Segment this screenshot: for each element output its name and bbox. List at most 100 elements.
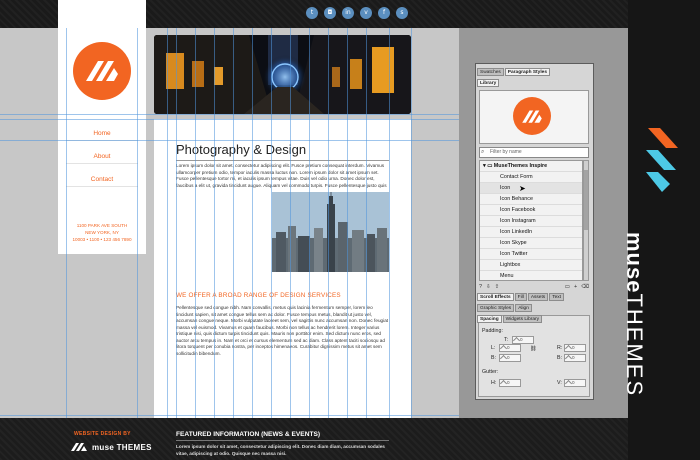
list-item[interactable]: Icon	[480, 183, 582, 194]
share-icon[interactable]: ⇪	[495, 283, 500, 291]
list-item[interactable]: Icon LinkedIn	[480, 227, 582, 238]
link-icon[interactable]: ⛓	[530, 346, 537, 352]
tab-assets[interactable]: Assets	[527, 293, 549, 301]
footer-logo-mark-icon	[71, 443, 87, 451]
tab-graphic-styles[interactable]: Graphic Styles	[477, 304, 515, 312]
layout-guide	[176, 28, 177, 418]
facebook-icon[interactable]: f	[378, 7, 390, 19]
brand-wordmark: museTHEMES	[621, 232, 647, 397]
tab-fill[interactable]: Fill	[514, 293, 527, 301]
hero-image	[154, 35, 411, 114]
layout-guide	[271, 28, 272, 418]
heading-divider	[176, 160, 389, 161]
brand-themes: THEMES	[622, 293, 647, 398]
nav-home[interactable]: Home	[58, 130, 146, 137]
bottom-left-label: B:	[491, 355, 497, 361]
import-icon[interactable]: ⇩	[486, 283, 491, 291]
list-item[interactable]: Icon Facebook	[480, 205, 582, 216]
list-item[interactable]: Icon Skype	[480, 238, 582, 249]
address-line: 1100 PARK AVE SOUTH	[76, 223, 128, 228]
tab-align[interactable]: Align	[515, 304, 532, 312]
layout-guide	[167, 28, 168, 418]
top-label: T:	[504, 337, 509, 343]
right-label: R:	[557, 345, 563, 351]
padding-right-field[interactable]: 0	[564, 344, 586, 352]
padding-bottom-right-field[interactable]: 0	[564, 354, 586, 362]
address-block: 1100 PARK AVE SOUTH NEW YORK, NY 10003 •…	[58, 222, 146, 243]
vimeo-icon[interactable]: v	[360, 7, 372, 19]
services-subheading: WE OFFER A BROAD RANGE OF DESIGN SERVICE…	[176, 292, 341, 299]
gutter-v-field[interactable]: 0	[564, 379, 586, 387]
brand-muse: muse	[622, 232, 647, 294]
tab-text[interactable]: Text	[549, 293, 565, 301]
tab-widgets-library[interactable]: Widgets Library	[502, 315, 542, 323]
filter-input[interactable]: Filter by name	[479, 147, 589, 158]
layout-guide	[252, 28, 253, 418]
delete-icon[interactable]: ⌫	[581, 283, 589, 291]
footer-text: Lorem ipsum dolor sit amet, consectetur …	[176, 444, 385, 456]
cursor-icon: ➤	[519, 184, 526, 193]
layout-guide	[214, 28, 215, 418]
list-item[interactable]: Icon Behance	[480, 194, 582, 205]
gutter-v-label: V:	[557, 380, 562, 386]
services-paragraph: Pellentesque sed congue nibh. Nam conval…	[176, 305, 389, 356]
folder-row[interactable]: ▾ ▭ MuseThemes Inspire	[480, 161, 582, 172]
footer-logo-text: muse THEMES	[92, 442, 152, 452]
address-line: NEW YORK, NY	[85, 230, 119, 235]
nav-divider	[66, 163, 138, 164]
top-bar-logo-area	[58, 0, 146, 28]
bottom-right-label: B:	[557, 355, 563, 361]
list-item[interactable]: Lightbox	[480, 260, 582, 271]
list-item[interactable]: Menu	[480, 271, 582, 280]
nav-about[interactable]: About	[58, 153, 146, 160]
linkedin-icon[interactable]: in	[342, 7, 354, 19]
layout-guide	[137, 28, 138, 418]
preview-logo-mark-icon	[522, 110, 542, 123]
nav-contact[interactable]: Contact	[58, 176, 146, 183]
gutter-h-label: H:	[491, 380, 497, 386]
logo-mark-icon	[86, 61, 118, 81]
footer-divider	[176, 440, 389, 441]
padding-bottom-field[interactable]: 0	[499, 354, 521, 362]
list-item[interactable]: Icon Twitter	[480, 249, 582, 260]
layout-guide	[347, 28, 348, 418]
layout-guide	[309, 28, 310, 418]
help-icon[interactable]: ?	[479, 283, 482, 291]
search-icon: ⌕	[481, 149, 485, 155]
layout-guide	[233, 28, 234, 418]
library-tabs: Library	[477, 79, 500, 87]
panel-tabs-4: Spacing Widgets Library	[477, 315, 542, 323]
add-item-icon[interactable]: +	[574, 283, 577, 291]
address-line: 10003 • 1100 • 123 456 7890	[72, 237, 132, 242]
musethemes-logo-icon	[646, 128, 678, 192]
list-item[interactable]: Contact Form	[480, 172, 582, 183]
disclosure-triangle-icon[interactable]: ▾ ▭	[483, 163, 494, 169]
layout-guide	[389, 28, 390, 418]
list-item[interactable]: Icon Instagram	[480, 216, 582, 227]
padding-top-field[interactable]: 0	[512, 336, 534, 344]
tab-spacing[interactable]: Spacing	[477, 315, 502, 323]
layout-guide	[195, 28, 196, 418]
twitter-icon[interactable]: t	[306, 7, 318, 19]
footer-design-label: WEBSITE DESIGN BY	[74, 431, 131, 437]
tab-library[interactable]: Library	[477, 79, 500, 87]
panel-toolbar: ? ⇩ ⇪ ▭ + ⌫	[479, 283, 589, 291]
skype-icon[interactable]: s	[396, 7, 408, 19]
footer-heading: FEATURED INFORMATION (NEWS & EVENTS)	[176, 431, 321, 438]
folder-label: MuseThemes Inspire	[493, 163, 548, 169]
footer-logo[interactable]: muse THEMES	[70, 442, 152, 452]
padding-label: Padding:	[482, 328, 503, 334]
tab-swatches[interactable]: Swatches	[477, 68, 504, 76]
tab-paragraph-styles[interactable]: Paragraph Styles	[504, 68, 550, 76]
padding-left-field[interactable]: 0	[499, 344, 521, 352]
tab-scroll-effects[interactable]: Scroll Effects	[477, 293, 514, 301]
panel-tabs: Swatches Paragraph Styles	[477, 68, 550, 76]
scrollbar-thumb[interactable]	[584, 170, 588, 230]
panel-tabs-2: Scroll Effects Fill Assets Text	[477, 293, 565, 301]
nav-divider	[66, 186, 138, 187]
gutter-h-field[interactable]: 0	[499, 379, 521, 387]
intro-paragraph: Lorem ipsum dolor sit amet, consectetur …	[176, 163, 387, 188]
instagram-icon[interactable]: ◘	[324, 7, 336, 19]
gutter-label: Gutter:	[482, 369, 499, 375]
new-folder-icon[interactable]: ▭	[565, 283, 570, 291]
